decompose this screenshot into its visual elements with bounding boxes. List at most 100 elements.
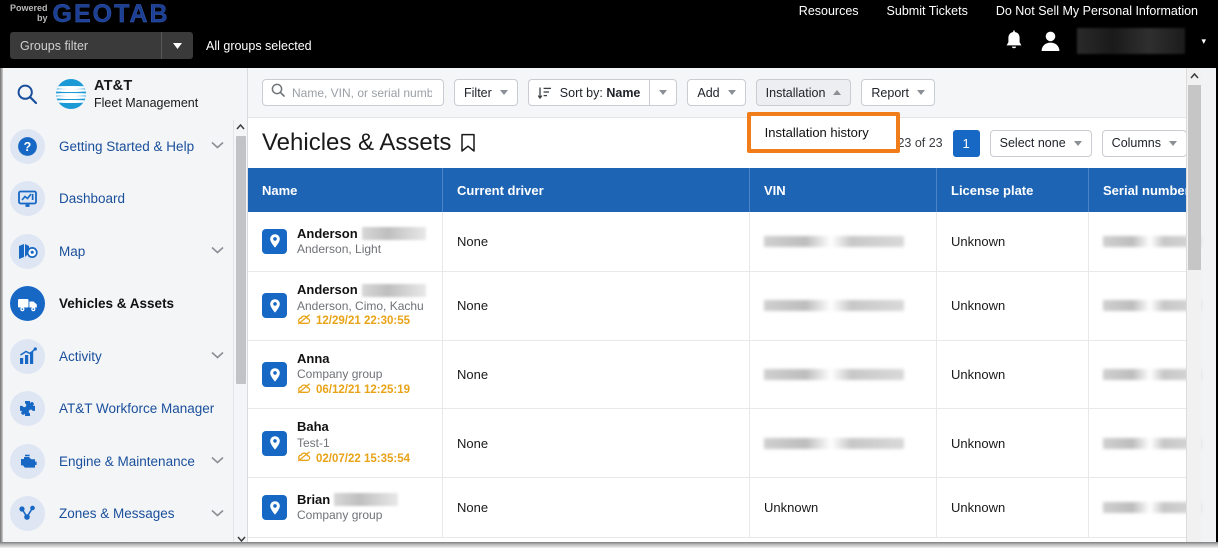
chevron-down-icon[interactable] (211, 508, 224, 520)
top-link-submit-tickets[interactable]: Submit Tickets (887, 4, 968, 18)
location-pin-icon (262, 228, 287, 254)
groups-filter-control[interactable]: Groups filter (10, 32, 193, 59)
table-row[interactable]: Anna Company group 06/12/21 12:25:19 None Un… (248, 340, 1201, 410)
vehicle-name: Brian (297, 491, 331, 507)
table-header-row: Name Current driver VIN License plate Se… (248, 168, 1201, 212)
sidebar-item-map[interactable]: Map (2, 225, 234, 278)
table-row[interactable]: Anderson Anderson, Cimo, Kachu 12/29/21 22… (248, 272, 1201, 341)
sort-dropdown-toggle[interactable] (649, 79, 678, 106)
chevron-down-icon[interactable] (161, 32, 193, 59)
cell-current-driver: None (443, 340, 750, 409)
cell-name[interactable]: Baha Test-1 02/07/22 15:35:54 (248, 409, 443, 478)
scroll-up-icon[interactable] (234, 120, 247, 134)
cell-name[interactable]: Anderson Anderson, Cimo, Kachu 12/29/21 22… (248, 272, 443, 340)
main-scrollbar[interactable] (1186, 68, 1201, 546)
sort-by-button[interactable]: Sort by: Name (527, 79, 650, 106)
filter-button[interactable]: Filter (454, 79, 518, 106)
groups-filter-row: Groups filter All groups selected (10, 32, 312, 59)
powered-by-text: Powered by (10, 1, 53, 23)
column-header-current-driver[interactable]: Current driver (443, 168, 750, 212)
cell-name[interactable]: Anna Company group 06/12/21 12:25:19 (248, 340, 443, 409)
top-link-do-not-sell[interactable]: Do Not Sell My Personal Information (996, 4, 1198, 18)
redacted-name (361, 227, 426, 241)
select-none-button[interactable]: Select none (989, 129, 1092, 157)
chevron-down-icon[interactable] (211, 140, 224, 152)
scroll-up-icon[interactable] (1187, 68, 1201, 83)
column-header-license-plate[interactable]: License plate (937, 168, 1089, 212)
chevron-down-icon (1169, 139, 1177, 148)
search-input-wrapper[interactable] (262, 79, 444, 106)
map-pin-icon (10, 233, 45, 269)
notification-bell-icon[interactable] (1004, 30, 1024, 52)
chevron-down-icon[interactable] (211, 245, 224, 257)
column-header-vin[interactable]: VIN (750, 168, 937, 212)
cell-name[interactable]: Brian Company group (248, 478, 443, 538)
sidebar-item-getting-started[interactable]: ? Getting Started & Help (2, 120, 234, 173)
installation-button[interactable]: Installation (755, 79, 852, 106)
location-pin-icon (262, 293, 287, 319)
report-button[interactable]: Report (861, 79, 935, 106)
bookmark-icon[interactable] (460, 133, 476, 153)
warning-timestamp: 02/07/22 15:35:54 (316, 452, 410, 465)
no-signal-cloud-icon (297, 451, 311, 467)
column-header-serial-number[interactable]: Serial number (1089, 168, 1201, 212)
license-plate-value: Unknown (951, 234, 1006, 249)
sidebar-item-label: Engine & Maintenance (59, 453, 195, 469)
current-driver-value: None (457, 298, 489, 314)
cell-name[interactable]: Anderson Anderson, Light (248, 212, 443, 271)
add-button[interactable]: Add (687, 79, 746, 106)
cell-current-driver: None (443, 212, 750, 271)
att-globe-icon (56, 78, 86, 109)
geotab-logo: Powered by GEOTAB (10, 1, 170, 27)
redacted-vin (764, 300, 904, 312)
person-icon[interactable] (1040, 30, 1061, 52)
current-driver-value: None (457, 367, 489, 383)
sidebar-item-workforce-manager[interactable]: AT&T Workforce Manager (2, 383, 234, 436)
all-groups-selected-label: All groups selected (206, 38, 312, 53)
search-icon[interactable] (12, 83, 42, 105)
user-area: ▾ (1004, 28, 1206, 54)
cell-vin (750, 340, 937, 409)
sidebar-item-zones-messages[interactable]: Zones & Messages (2, 488, 234, 541)
top-header-bar: Powered by GEOTAB Resources Submit Ticke… (0, 0, 1218, 68)
cell-serial-number (1089, 212, 1201, 271)
columns-button[interactable]: Columns (1101, 129, 1187, 157)
top-link-resources[interactable]: Resources (799, 4, 859, 18)
sidebar-item-dashboard[interactable]: Dashboard (2, 173, 234, 226)
cell-license-plate: Unknown (937, 409, 1089, 478)
column-header-name[interactable]: Name (248, 168, 443, 212)
table-row[interactable]: Brian Company group None Unknown Unknown (248, 478, 1201, 539)
search-input[interactable] (292, 85, 432, 100)
main-scrollbar-thumb[interactable] (1188, 85, 1201, 270)
sidebar-item-activity[interactable]: Activity (2, 330, 234, 383)
page-title-row: Vehicles & Assets Showing 1 - 23 of 23 1… (248, 118, 1201, 168)
table-row[interactable]: Baha Test-1 02/07/22 15:35:54 None Unknown (248, 409, 1201, 479)
bar-chart-icon (10, 338, 45, 374)
att-logo-line2: Fleet Management (94, 96, 199, 111)
sidebar-item-engine-maintenance[interactable]: Engine & Maintenance (2, 435, 234, 488)
chevron-down-icon[interactable] (211, 455, 224, 467)
att-fleet-logo: AT&T Fleet Management (56, 77, 198, 112)
table-row[interactable]: Anderson Anderson, Light None Unknown (248, 212, 1201, 272)
sidebar-scrollbar[interactable] (233, 120, 247, 546)
att-logo-line1: AT&T (94, 77, 133, 94)
chevron-down-icon[interactable]: ▾ (1201, 36, 1206, 47)
sort-by-label: Sort by: (559, 85, 603, 100)
cell-serial-number (1089, 272, 1201, 340)
menu-item-installation-history[interactable]: Installation history (750, 116, 896, 149)
chevron-down-icon (659, 88, 668, 97)
vehicle-name: Baha (297, 419, 329, 435)
cell-serial-number (1089, 341, 1201, 409)
no-signal-cloud-icon (297, 314, 311, 330)
chevron-down-icon[interactable] (211, 350, 224, 362)
chevron-down-icon (916, 88, 925, 97)
location-pin-icon (262, 495, 287, 521)
page-number-badge[interactable]: 1 (952, 129, 980, 157)
sidebar-scrollbar-thumb[interactable] (236, 136, 246, 384)
redacted-vin (764, 437, 904, 449)
question-mark-icon: ? (10, 128, 45, 164)
top-nav-links: Resources Submit Tickets Do Not Sell My … (799, 4, 1198, 18)
sidebar-item-vehicles-assets[interactable]: Vehicles & Assets (2, 278, 234, 331)
vehicle-name: Anderson (297, 225, 358, 241)
license-plate-value: Unknown (951, 367, 1006, 383)
